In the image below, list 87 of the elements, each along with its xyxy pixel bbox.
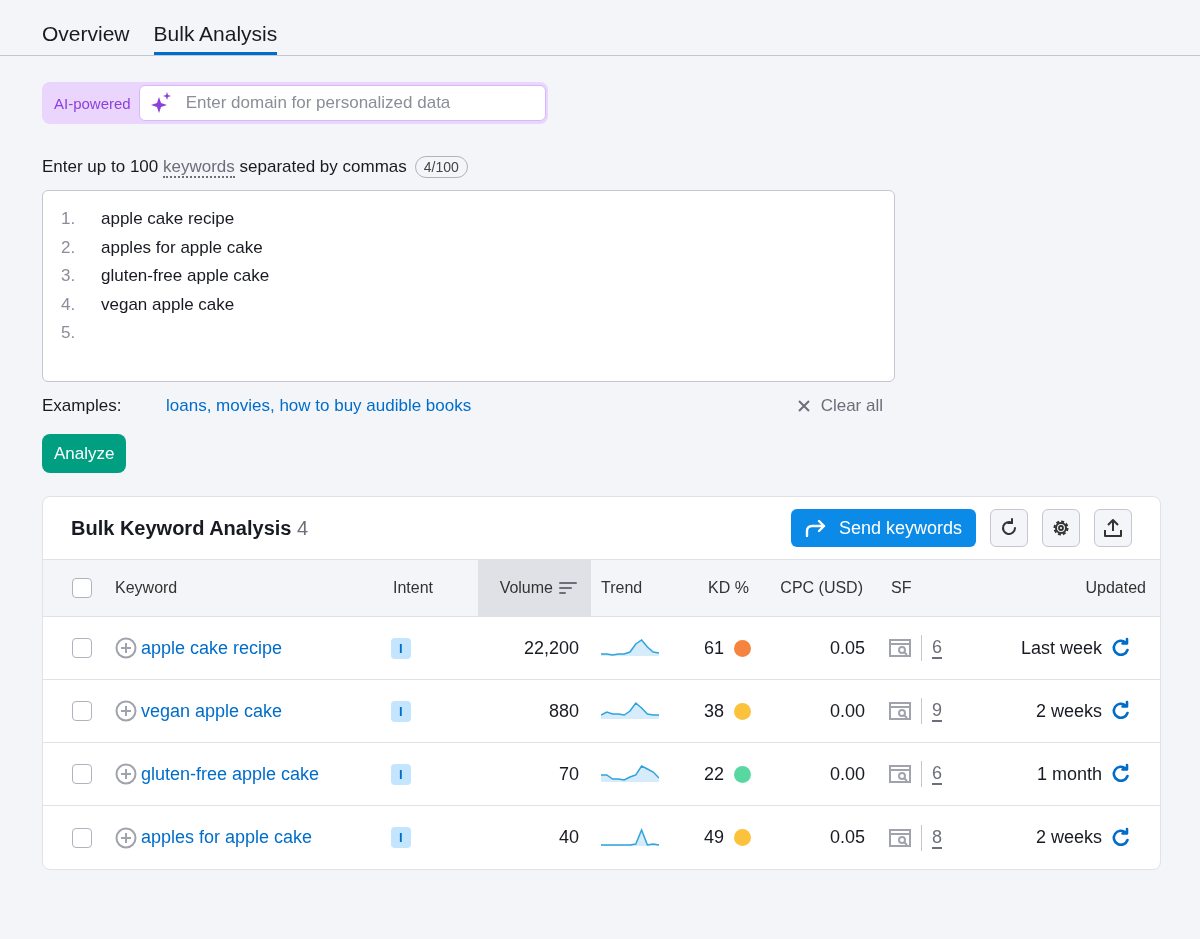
- refresh-icon[interactable]: [1110, 700, 1132, 722]
- add-icon[interactable]: [115, 637, 137, 659]
- keyword-line: apple cake recipe: [101, 209, 235, 228]
- line-number: 4.: [61, 293, 77, 316]
- cpc-value: 0.05: [829, 827, 865, 848]
- column-header[interactable]: Keyword: [101, 559, 379, 617]
- cpc-value: 0.00: [829, 763, 865, 785]
- trend-sparkline: [601, 638, 659, 658]
- add-icon[interactable]: [115, 826, 137, 849]
- line-number: 1.: [61, 208, 77, 230]
- keyword-link[interactable]: apples for apple cake: [141, 827, 313, 848]
- column-header[interactable]: Updated: [963, 559, 1160, 617]
- volume-value: 22,200: [523, 637, 579, 659]
- send-keywords-button[interactable]: Send keywords: [790, 509, 976, 547]
- volume-value: 70: [558, 763, 579, 785]
- column-header[interactable]: Trend: [591, 559, 673, 617]
- kd-value: 22: [703, 763, 724, 785]
- line-number: 3.: [61, 265, 77, 287]
- serp-features-icon: [889, 702, 911, 720]
- row-checkbox[interactable]: [72, 701, 92, 721]
- refresh-icon[interactable]: [1110, 763, 1132, 785]
- intent-badge: I: [391, 827, 411, 848]
- examples-link[interactable]: loans, movies, how to buy audible books: [166, 396, 797, 416]
- domain-input-field[interactable]: Enter domain for personalized data: [138, 85, 546, 121]
- volume-value: 40: [558, 827, 579, 848]
- refresh-icon[interactable]: [1110, 826, 1132, 849]
- row-checkbox[interactable]: [72, 764, 92, 784]
- export-button[interactable]: [1094, 509, 1132, 547]
- kd-value: 61: [703, 637, 724, 659]
- updated-value: 1 month: [1036, 763, 1102, 785]
- refresh-button[interactable]: [990, 509, 1028, 547]
- refresh-icon[interactable]: [1110, 637, 1132, 659]
- keyword-line: gluten-free apple cake: [101, 266, 270, 285]
- intent-badge: I: [391, 700, 411, 722]
- keyword-link[interactable]: vegan apple cake: [141, 700, 283, 722]
- close-icon: [796, 399, 811, 413]
- serp-features-icon: [889, 765, 911, 783]
- tab[interactable]: Overview: [42, 22, 130, 55]
- updated-value: 2 weeks: [1035, 827, 1102, 848]
- add-icon[interactable]: [115, 763, 137, 785]
- serp-features-count[interactable]: 9: [932, 700, 942, 722]
- upload-icon: [1103, 518, 1123, 538]
- intent-badge: I: [391, 637, 411, 659]
- keywords-label: Enter up to 100 keywords separated by commas: [42, 157, 407, 177]
- sort-icon: [559, 581, 577, 595]
- line-number: 5.: [61, 322, 77, 344]
- keyword-line: apples for apple cake: [101, 237, 263, 257]
- serp-features-count[interactable]: 6: [932, 763, 942, 785]
- column-header[interactable]: Intent: [379, 559, 478, 617]
- ai-label: AI-powered: [53, 94, 132, 112]
- trend-sparkline: [601, 827, 659, 848]
- line-number: 2.: [61, 236, 77, 259]
- row-checkbox[interactable]: [72, 827, 92, 848]
- keyword-line: vegan apple cake: [101, 294, 235, 314]
- clear-all-button[interactable]: Clear all: [796, 396, 895, 416]
- share-arrow-icon: [804, 519, 827, 537]
- keywords-textarea[interactable]: 1. apple cake recipe 2. apples for apple cake 3. gluten-free apple cake 4. vegan apple cake 5.: [42, 190, 895, 382]
- column-header[interactable]: KD %: [673, 559, 763, 617]
- updated-value: Last week: [1020, 637, 1102, 659]
- tab[interactable]: Bulk Analysis: [153, 22, 278, 55]
- serp-features-icon: [889, 828, 911, 847]
- column-header[interactable]: SF: [877, 559, 963, 617]
- refresh-icon: [999, 518, 1019, 538]
- intent-badge: I: [391, 763, 411, 785]
- cpc-value: 0.05: [829, 637, 865, 659]
- column-header[interactable]: Volume: [478, 559, 591, 617]
- row-checkbox[interactable]: [72, 638, 92, 658]
- keywords-link[interactable]: keywords: [163, 157, 235, 178]
- trend-sparkline: [601, 764, 659, 784]
- results-title: Bulk Keyword Analysis 4: [71, 516, 309, 540]
- keyword-link[interactable]: gluten-free apple cake: [141, 763, 320, 785]
- kd-value: 49: [703, 827, 724, 848]
- keyword-link[interactable]: apple cake recipe: [141, 637, 283, 659]
- examples-label: Examples:: [42, 396, 123, 416]
- select-all-checkbox[interactable]: [72, 578, 92, 598]
- serp-features-count[interactable]: 6: [932, 637, 942, 659]
- analyze-button[interactable]: Analyze: [42, 434, 127, 473]
- settings-button[interactable]: [1042, 509, 1080, 547]
- serp-features-count[interactable]: 8: [932, 826, 942, 849]
- add-icon[interactable]: [115, 700, 137, 722]
- trend-sparkline: [601, 701, 659, 721]
- serp-features-icon: [889, 639, 911, 657]
- kd-value: 38: [703, 700, 724, 722]
- volume-value: 880: [548, 700, 579, 722]
- column-header[interactable]: CPC (USD): [763, 559, 877, 617]
- updated-value: 2 weeks: [1035, 700, 1102, 722]
- cpc-value: 0.00: [829, 700, 865, 722]
